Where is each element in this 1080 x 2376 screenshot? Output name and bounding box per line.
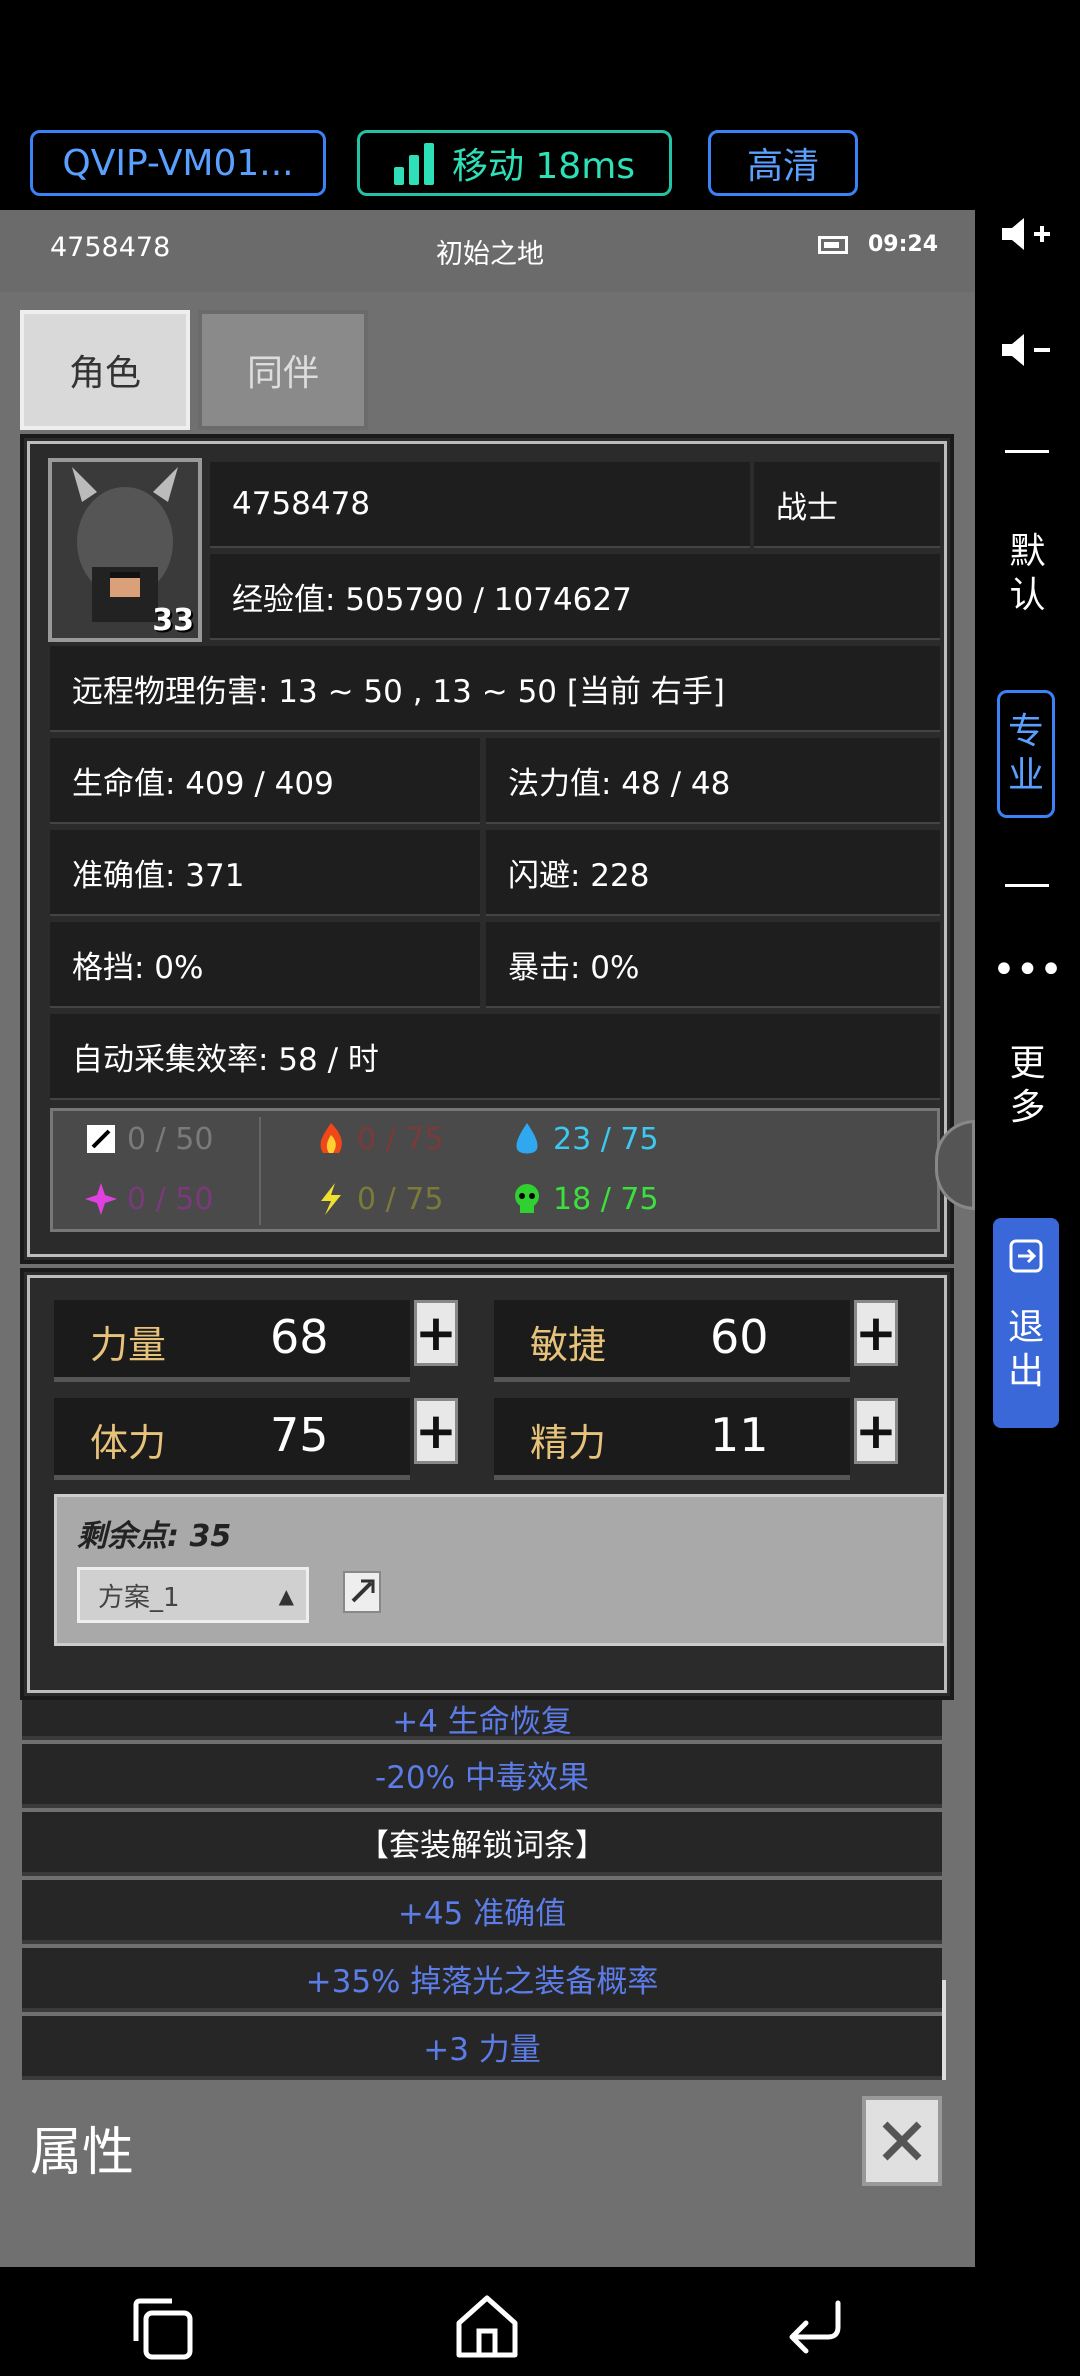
exit-icon: [1009, 1239, 1043, 1273]
stat-stamina: 体力 75: [54, 1398, 410, 1480]
server-button[interactable]: QVIP-VM01...: [30, 130, 326, 196]
quality-button[interactable]: 高清: [708, 130, 858, 196]
resource-poison: 18 / 75: [509, 1181, 659, 1217]
resource-fire: 0 / 75: [313, 1121, 443, 1157]
level-badge: 33: [152, 603, 194, 638]
list-item: +35% 掉落光之装备概率: [22, 1948, 942, 2012]
energy-plus-button[interactable]: +: [854, 1398, 898, 1464]
ranged-damage: 远程物理伤害: 13 ~ 50 , 13 ~ 50 [当前 右手]: [50, 646, 940, 732]
element-resistance-box: 0 / 50 0 / 50 0 / 75 0 / 75 23 / 75 18 /…: [50, 1108, 940, 1232]
experience-value: 经验值: 505790 / 1074627: [210, 554, 940, 640]
crit-value: 暴击: 0%: [486, 922, 940, 1008]
game-window: 4758478 初始之地 09:24 角色 同伴 33 4758478 战士 经…: [0, 210, 975, 2267]
edit-plan-icon[interactable]: [343, 1571, 381, 1613]
page-title: 属性: [30, 2123, 135, 2183]
sword-icon: [87, 1125, 115, 1153]
magic-star-icon: [85, 1183, 117, 1215]
more-button[interactable]: 更 多: [975, 1038, 1080, 1134]
mp-value: 法力值: 48 / 48: [486, 738, 940, 824]
tab-character[interactable]: 角色: [20, 310, 190, 430]
clock: 09:24: [868, 232, 939, 257]
stat-energy: 精力 11: [494, 1398, 850, 1480]
back-icon: [789, 2300, 841, 2354]
list-item: +3 力量: [22, 2016, 942, 2080]
scrollbar[interactable]: [942, 1980, 946, 2080]
plan-select[interactable]: 方案_1 ▲: [77, 1567, 309, 1623]
close-icon: [882, 2121, 922, 2161]
exit-button[interactable]: 退 出: [993, 1218, 1059, 1428]
list-item: +45 准确值: [22, 1880, 942, 1944]
home-icon: [456, 2295, 518, 2358]
accuracy-value: 准确值: 371: [50, 830, 480, 916]
block-value: 格挡: 0%: [50, 922, 480, 1008]
stat-strength: 力量 68: [54, 1300, 410, 1382]
status-bar: 4758478 初始之地 09:24: [0, 210, 975, 292]
list-item: -20% 中毒效果: [22, 1744, 942, 1808]
signal-bars-icon: [393, 141, 434, 185]
character-info-panel: 33 4758478 战士 经验值: 505790 / 1074627 远程物理…: [20, 434, 954, 1264]
remaining-points: 剩余点: 35: [77, 1519, 232, 1554]
agility-plus-button[interactable]: +: [854, 1300, 898, 1366]
remaining-points-box: 剩余点: 35 方案_1 ▲: [54, 1494, 946, 1646]
volume-up-button[interactable]: [975, 210, 1080, 258]
poison-skull-icon: [515, 1184, 539, 1213]
divider: [1005, 450, 1049, 453]
list-item: 【套装解锁词条】: [22, 1812, 942, 1876]
strength-plus-button[interactable]: +: [414, 1300, 458, 1366]
quality-label: 高清: [746, 146, 819, 187]
pro-mode-button[interactable]: 专 业: [997, 690, 1055, 818]
player-id: 4758478: [50, 232, 171, 263]
character-class: 战士: [754, 462, 940, 548]
recent-apps-icon: [133, 2298, 193, 2360]
stamina-plus-button[interactable]: +: [414, 1398, 458, 1464]
lightning-icon: [321, 1183, 341, 1215]
network-label: 移动 18ms: [451, 146, 636, 187]
volume-down-button[interactable]: [975, 326, 1080, 374]
tab-partner[interactable]: 同伴: [198, 310, 368, 430]
more-dots-icon[interactable]: •••: [975, 948, 1080, 992]
divider: [1005, 884, 1049, 887]
server-label: QVIP-VM01...: [62, 142, 294, 184]
close-button[interactable]: [862, 2096, 942, 2186]
resource-water: 23 / 75: [509, 1121, 659, 1157]
list-item: +4 生命恢复: [22, 1700, 942, 1740]
triangle-up-icon: ▲: [278, 1584, 294, 1608]
gather-efficiency: 自动采集效率: 58 / 时: [50, 1014, 940, 1100]
location-name: 初始之地: [436, 239, 544, 270]
default-mode-button[interactable]: 默 认: [975, 526, 1080, 622]
character-name: 4758478: [210, 462, 750, 548]
hp-value: 生命值: 409 / 409: [50, 738, 480, 824]
dodge-value: 闪避: 228: [486, 830, 940, 916]
stat-agility: 敏捷 60: [494, 1300, 850, 1382]
resource-sword: 0 / 50: [83, 1121, 213, 1157]
network-status-button[interactable]: 移动 18ms: [357, 130, 672, 196]
volume-up-icon: [1001, 218, 1050, 250]
fire-icon: [320, 1123, 342, 1153]
side-control-strip: 默 认 专 业 ••• 更 多 退 出: [935, 210, 1080, 2267]
resource-lightning: 0 / 75: [313, 1181, 443, 1217]
volume-down-icon: [1001, 334, 1050, 366]
battery-icon: [818, 236, 848, 254]
navigation-bar: [0, 2267, 1080, 2376]
water-drop-icon: [516, 1123, 538, 1154]
resource-magic: 0 / 50: [83, 1181, 213, 1217]
character-portrait: 33: [48, 458, 202, 642]
attribute-panel: 力量 68 + 敏捷 60 + 体力 75 + 精力 11 + 剩余点: 35 …: [20, 1268, 954, 1700]
